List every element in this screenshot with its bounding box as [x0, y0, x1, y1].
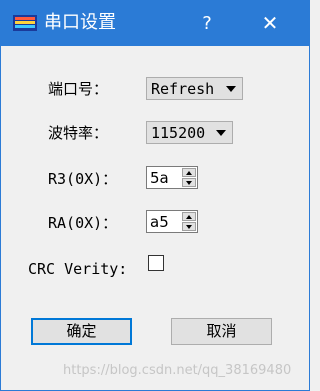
ra-spinbox[interactable]: a5	[146, 210, 198, 233]
chevron-down-icon	[226, 86, 236, 92]
window-title: 串口设置	[44, 12, 116, 33]
crc-checkbox[interactable]	[148, 255, 164, 271]
help-button[interactable]: ?	[188, 1, 226, 46]
close-button[interactable]: ✕	[247, 1, 293, 46]
r3-spinbox[interactable]: 5a	[146, 166, 198, 189]
r3-increment-button[interactable]	[182, 168, 196, 177]
crc-label: CRC Verity:	[28, 260, 128, 278]
port-combobox[interactable]: Refresh	[146, 77, 243, 100]
title-bar[interactable]: 串口设置 ? ✕	[1, 1, 309, 46]
r3-value: 5a	[150, 169, 169, 187]
port-label: 端口号：	[48, 80, 109, 98]
ok-button[interactable]: 确定	[31, 318, 132, 345]
ra-value: a5	[150, 213, 169, 231]
ra-decrement-button[interactable]	[182, 222, 196, 231]
serial-settings-dialog: 串口设置 ? ✕ 端口号： Refresh 波特率： 115200 R3(0X)…	[0, 0, 310, 391]
ra-increment-button[interactable]	[182, 212, 196, 221]
watermark-text: https://blog.csdn.net/qq_38169480	[63, 363, 292, 378]
app-icon	[13, 15, 37, 31]
baud-label: 波特率：	[48, 124, 109, 142]
chevron-down-icon	[216, 130, 226, 136]
port-value: Refresh	[151, 80, 215, 98]
baud-value: 115200	[151, 124, 206, 142]
ra-label: RA(0X)：	[48, 214, 118, 232]
cancel-button[interactable]: 取消	[171, 318, 272, 345]
r3-label: R3(0X)：	[48, 170, 118, 188]
r3-decrement-button[interactable]	[182, 178, 196, 187]
baud-combobox[interactable]: 115200	[146, 121, 233, 144]
